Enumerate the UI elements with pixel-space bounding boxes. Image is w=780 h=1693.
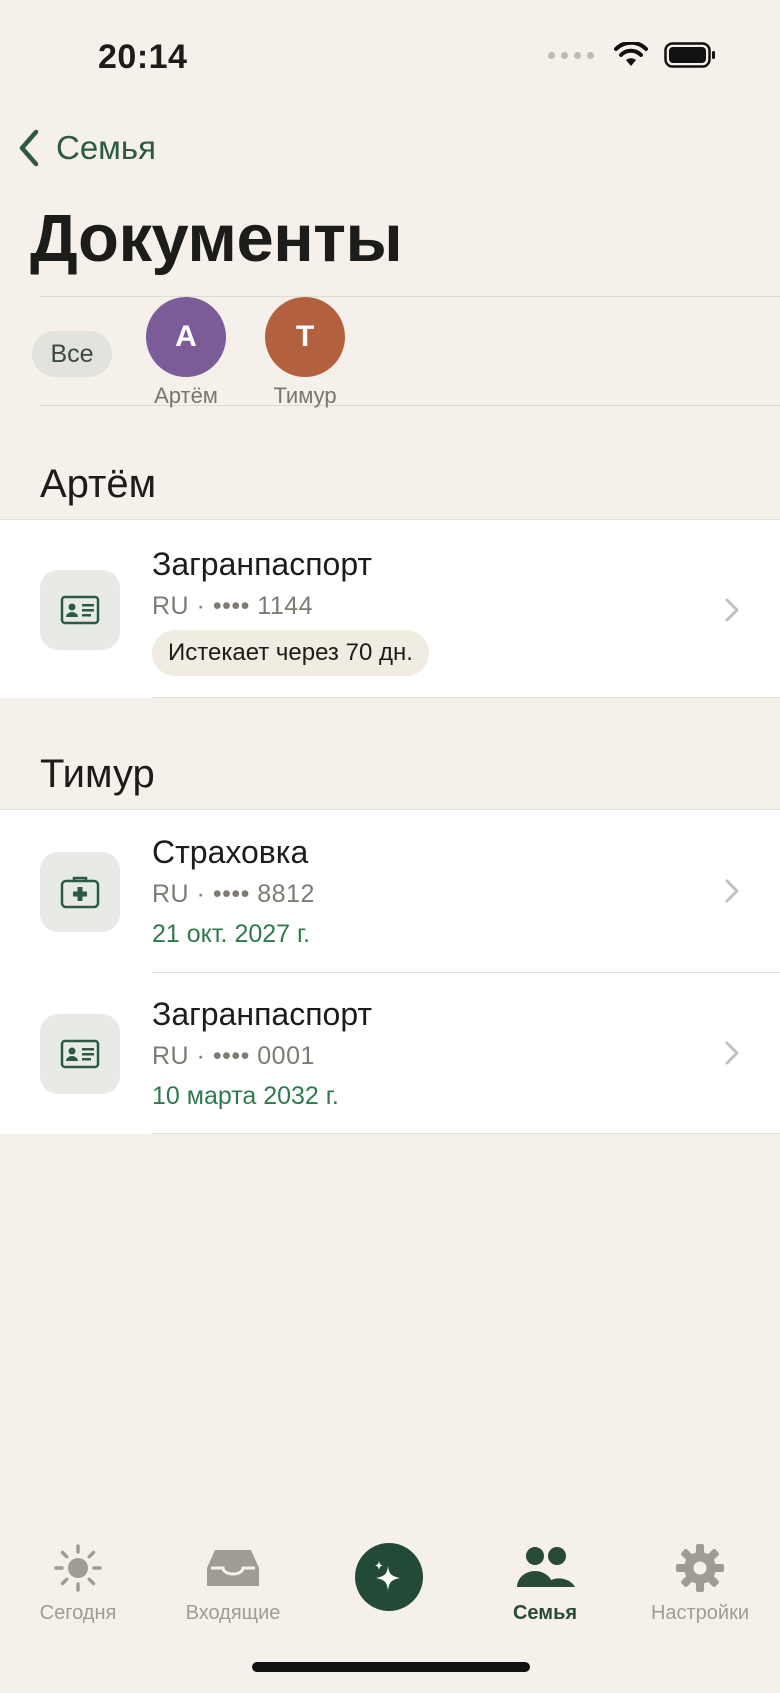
inbox-icon	[158, 1540, 308, 1596]
chevron-right-icon	[725, 1041, 739, 1065]
tab-today[interactable]: Сегодня	[3, 1540, 153, 1625]
chevron-left-icon	[19, 129, 39, 167]
document-group-artem: Загранпаспорт RU · •••• 1144 Истекает че…	[0, 519, 780, 698]
people-icon	[470, 1540, 620, 1596]
tab-label: Сегодня	[39, 1602, 117, 1624]
filter-person-timur[interactable]: Т Тимур	[245, 297, 365, 409]
page-title: Документы	[30, 201, 403, 276]
document-number: RU · •••• 1144	[152, 592, 314, 620]
sparkles-icon	[375, 1561, 400, 1591]
section-header-artem: Артём	[40, 462, 157, 506]
person-name: Тимур	[273, 383, 337, 408]
medical-kit-icon	[40, 852, 120, 932]
person-filter: Все А Артём Т Тимур	[32, 296, 780, 409]
document-number: RU · •••• 0001	[152, 1042, 315, 1070]
tab-family[interactable]: Семья	[470, 1540, 620, 1625]
assistant-button[interactable]	[355, 1543, 423, 1611]
id-card-icon	[40, 570, 120, 650]
tab-label: Входящие	[185, 1602, 281, 1624]
tab-label: Семья	[512, 1602, 578, 1624]
document-number: RU · •••• 8812	[152, 880, 315, 908]
document-row[interactable]: Загранпаспорт RU · •••• 0001 10 марта 20…	[0, 972, 780, 1134]
id-card-icon	[40, 1014, 120, 1094]
avatar: Т	[265, 297, 345, 377]
status-bar: 20:14	[0, 0, 780, 115]
status-time: 20:14	[98, 38, 188, 76]
tab-inbox[interactable]: Входящие	[158, 1540, 308, 1625]
divider	[152, 1133, 780, 1134]
wifi-icon	[614, 42, 648, 66]
avatar: А	[146, 297, 226, 377]
expiry-badge: Истекает через 70 дн.	[152, 630, 429, 676]
home-indicator	[252, 1662, 530, 1672]
document-row[interactable]: Загранпаспорт RU · •••• 1144 Истекает че…	[0, 520, 780, 698]
document-title: Загранпаспорт	[152, 996, 373, 1032]
gear-icon	[625, 1540, 775, 1596]
chevron-right-icon	[725, 879, 739, 903]
tab-label: Настройки	[650, 1602, 750, 1624]
tab-settings[interactable]: Настройки	[625, 1540, 775, 1625]
expiry-date: 10 марта 2032 г.	[152, 1082, 339, 1110]
document-title: Загранпаспорт	[152, 546, 373, 582]
cellular-signal-icon	[548, 51, 594, 59]
filter-person-artem[interactable]: А Артём	[126, 297, 246, 409]
sun-icon	[3, 1540, 153, 1596]
section-header-timur: Тимур	[40, 752, 155, 796]
document-group-timur: Страховка RU · •••• 8812 21 окт. 2027 г.…	[0, 809, 780, 1134]
divider	[152, 697, 780, 698]
status-icons	[548, 42, 716, 68]
document-row[interactable]: Страховка RU · •••• 8812 21 окт. 2027 г.	[0, 810, 780, 972]
filter-all-chip[interactable]: Все	[32, 331, 112, 377]
back-button-label: Семья	[56, 129, 156, 166]
back-button[interactable]: Семья	[16, 128, 156, 168]
expiry-date: 21 окт. 2027 г.	[152, 920, 311, 948]
person-name: Артём	[154, 383, 218, 408]
battery-icon	[664, 42, 715, 68]
document-title: Страховка	[152, 834, 309, 870]
chevron-right-icon	[725, 598, 739, 622]
